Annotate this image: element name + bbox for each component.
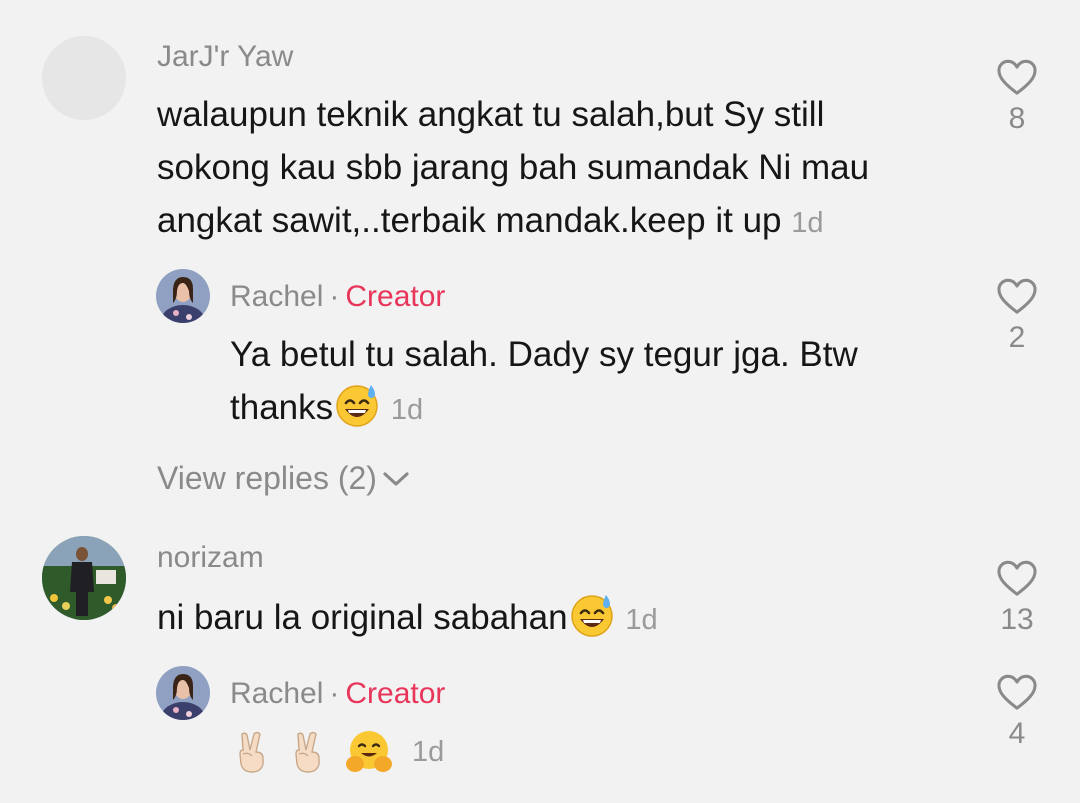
comment-line: walaupun teknik angkat tu salah,but Sy s…: [157, 95, 825, 134]
username-text[interactable]: Rachel: [230, 280, 323, 313]
view-replies-button[interactable]: View replies (2): [157, 460, 411, 497]
reply-username[interactable]: Rachel · Creator: [230, 677, 445, 711]
timestamp: 1d: [625, 604, 658, 636]
separator-dot: ·: [329, 280, 340, 313]
avatar[interactable]: [156, 666, 210, 720]
separator-dot: ·: [329, 677, 340, 710]
avatar-image: [156, 269, 210, 323]
comment-line: Ya betul tu salah. Dady sy tegur jga. Bt…: [230, 335, 858, 374]
username-text[interactable]: JarJ'r Yaw: [157, 40, 293, 73]
sweat-smile-emoji: [333, 381, 381, 429]
comment-text: ni baru la original sabahan 1d: [157, 591, 658, 647]
timestamp: 1d: [412, 735, 445, 768]
username-text[interactable]: norizam: [157, 541, 264, 574]
reply-username[interactable]: Rachel · Creator: [230, 280, 445, 314]
avatar-image: [42, 536, 126, 620]
like-count: 4: [1008, 717, 1026, 750]
comment-line: thanks 1d: [230, 381, 858, 437]
creator-badge: Creator: [345, 280, 446, 313]
like-button[interactable]: 8: [987, 58, 1047, 136]
victory-hand-emoji: [288, 729, 328, 775]
like-count: 13: [1000, 603, 1034, 636]
hugging-face-emoji: [344, 728, 394, 776]
comment-line: sokong kau sbb jarang bah sumandak Ni ma…: [157, 148, 870, 187]
comment-username[interactable]: norizam: [157, 541, 264, 575]
chevron-down-icon[interactable]: [381, 469, 411, 489]
avatar[interactable]: [42, 36, 126, 120]
avatar[interactable]: [156, 269, 210, 323]
comments-panel: JarJ'r Yaw walaupun teknik angkat tu sal…: [0, 0, 1080, 803]
creator-badge: Creator: [345, 677, 446, 710]
avatar[interactable]: [42, 536, 126, 620]
heart-icon[interactable]: [996, 673, 1038, 711]
avatar-image: [156, 666, 210, 720]
sweat-smile-emoji: [568, 591, 616, 639]
like-count: 8: [1008, 102, 1026, 135]
like-button[interactable]: 4: [987, 673, 1047, 751]
username-text[interactable]: Rachel: [230, 677, 323, 710]
like-count: 2: [1008, 321, 1026, 354]
victory-hand-emoji: [232, 729, 272, 775]
comment-text: walaupun teknik angkat tu salah,but Sy s…: [157, 88, 869, 250]
comment-line: angkat sawit,..terbaik mandak.keep it up…: [157, 194, 869, 250]
view-replies-label[interactable]: View replies (2): [157, 460, 377, 497]
like-button[interactable]: 13: [987, 559, 1047, 637]
reply-emojis: 1d: [232, 728, 444, 776]
heart-icon[interactable]: [996, 559, 1038, 597]
timestamp: 1d: [390, 394, 424, 426]
comment-line-text: ni baru la original sabahan: [157, 598, 568, 637]
reply-text: Ya betul tu salah. Dady sy tegur jga. Bt…: [230, 328, 858, 437]
like-button[interactable]: 2: [987, 277, 1047, 355]
comment-line-text: thanks: [230, 388, 334, 427]
heart-icon[interactable]: [996, 277, 1038, 315]
comment-line: ni baru la original sabahan 1d: [157, 591, 658, 647]
comment-line-text: angkat sawit,..terbaik mandak.keep it up: [157, 201, 782, 240]
heart-icon[interactable]: [996, 58, 1038, 96]
comment-username[interactable]: JarJ'r Yaw: [157, 40, 293, 74]
timestamp: 1d: [791, 207, 824, 239]
